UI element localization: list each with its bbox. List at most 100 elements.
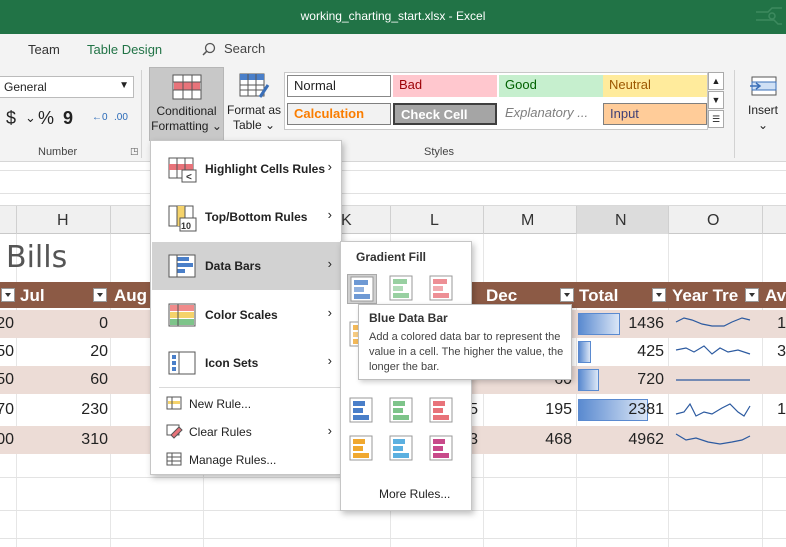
- style-calculation-label: Calculation: [294, 106, 365, 121]
- col-divider: [16, 206, 17, 234]
- menu-item-clear-rules[interactable]: Clear Rules ›: [152, 419, 340, 445]
- style-input-label: Input: [610, 106, 639, 121]
- clear-rules-icon: [166, 424, 183, 439]
- grid-line: [0, 538, 786, 539]
- column-header-o[interactable]: O: [707, 212, 719, 230]
- data-bar-swatch[interactable]: [427, 274, 457, 304]
- data-bar-swatch[interactable]: [387, 396, 417, 426]
- sparkline: [675, 433, 751, 445]
- icon-sets-label: Icon Sets: [205, 356, 259, 370]
- menu-item-data-bars[interactable]: Data Bars ›: [152, 242, 340, 290]
- cell-jul: 310: [81, 431, 108, 448]
- decrease-decimal-button[interactable]: .00: [114, 112, 128, 123]
- menu-item-icon-sets[interactable]: Icon Sets ›: [152, 339, 340, 387]
- column-header-m[interactable]: M: [521, 212, 534, 230]
- header-year-trend: Year Tre: [672, 286, 739, 305]
- cell-total: 4962: [628, 431, 664, 448]
- filter-dropdown-icon[interactable]: [560, 288, 574, 302]
- data-bar-swatch[interactable]: [387, 274, 417, 304]
- currency-button[interactable]: $: [6, 108, 16, 129]
- data-bar: [578, 369, 599, 391]
- menu-item-color-scales[interactable]: Color Scales ›: [152, 291, 340, 339]
- comma-style-button[interactable]: 9: [63, 108, 73, 129]
- currency-dropdown-icon[interactable]: ⌄: [25, 110, 36, 126]
- svg-text:<: <: [186, 172, 192, 183]
- cell-g: 00: [0, 431, 14, 448]
- data-bar-swatch[interactable]: [347, 434, 377, 464]
- icon-sets-icon: [168, 351, 196, 375]
- menu-item-top-bottom-rules[interactable]: 10 Top/Bottom Rules ›: [152, 193, 340, 241]
- gallery-up-icon[interactable]: ▲: [708, 72, 724, 90]
- data-bar-swatch[interactable]: [427, 434, 457, 464]
- insert-cells-button[interactable]: Insert ⌄: [740, 67, 786, 141]
- cell-average: 1: [777, 401, 786, 418]
- gallery-down-icon[interactable]: ▼: [708, 91, 724, 109]
- number-format-select[interactable]: General ▼: [0, 76, 134, 98]
- format-as-table-button[interactable]: Format as Table ⌄: [226, 67, 282, 141]
- header-average: Av: [765, 286, 786, 305]
- menu-item-new-rule[interactable]: New Rule...: [152, 391, 340, 417]
- dialog-launcher-icon[interactable]: ◳: [130, 146, 139, 157]
- data-bar-swatch[interactable]: [387, 434, 417, 464]
- gallery-more-icon[interactable]: ☰: [708, 110, 724, 128]
- header-aug: Aug: [114, 286, 148, 305]
- style-normal[interactable]: Normal: [287, 75, 391, 97]
- filter-dropdown-icon[interactable]: [93, 288, 107, 302]
- style-input[interactable]: Input: [603, 103, 707, 125]
- increase-decimal-button[interactable]: ←0: [92, 112, 108, 123]
- col-divider: [110, 206, 111, 234]
- filter-dropdown-icon[interactable]: [1, 288, 15, 302]
- cell-average: 3: [777, 343, 786, 360]
- style-good-label: Good: [505, 77, 537, 92]
- column-headers: H K L M N O: [0, 206, 786, 234]
- chevron-right-icon: ›: [327, 305, 332, 320]
- manage-rules-icon: [166, 452, 182, 466]
- data-bar-swatch[interactable]: [427, 396, 457, 426]
- number-group-label: Number: [38, 146, 78, 158]
- tab-table-design[interactable]: Table Design: [87, 42, 162, 57]
- cell-styles-gallery: Normal Bad Good Neutral Calculation Chec…: [284, 72, 708, 130]
- group-divider: [734, 70, 735, 158]
- filter-dropdown-icon[interactable]: [745, 288, 759, 302]
- highlight-cells-icon: <: [168, 157, 197, 183]
- cell-total: 425: [637, 343, 664, 360]
- style-check-cell[interactable]: Check Cell: [393, 103, 497, 125]
- cell-g: 20: [0, 315, 14, 332]
- column-header-h[interactable]: H: [57, 212, 69, 230]
- style-explanatory-label: Explanatory ...: [505, 105, 589, 120]
- style-good[interactable]: Good: [499, 75, 603, 97]
- filter-dropdown-icon[interactable]: [652, 288, 666, 302]
- menu-item-highlight-cells-rules[interactable]: < Highlight Cells Rules ›: [152, 145, 340, 193]
- column-header-n[interactable]: N: [615, 212, 627, 230]
- cell-jul: 0: [99, 315, 108, 332]
- top-bottom-label: Top/Bottom Rules: [205, 210, 308, 224]
- style-explanatory[interactable]: Explanatory ...: [499, 103, 603, 125]
- data-bar-swatch[interactable]: [347, 396, 377, 426]
- tooltip: Blue Data Bar Add a colored data bar to …: [358, 304, 572, 380]
- style-bad[interactable]: Bad: [393, 75, 497, 97]
- column-header-l[interactable]: L: [430, 212, 439, 230]
- formula-bar[interactable]: [0, 170, 786, 194]
- sparkline: [675, 402, 751, 417]
- style-check-cell-label: Check Cell: [401, 107, 468, 122]
- conditional-formatting-button[interactable]: Conditional Formatting ⌄: [149, 67, 224, 141]
- menu-item-manage-rules[interactable]: Manage Rules...: [152, 447, 340, 473]
- style-calculation[interactable]: Calculation: [287, 103, 391, 125]
- sparkline: [676, 379, 750, 381]
- cell-total: 1436: [628, 315, 664, 332]
- chevron-right-icon: ›: [327, 256, 332, 271]
- circuit-decoration-icon: [756, 7, 782, 25]
- format-as-table-icon: [239, 73, 270, 98]
- percent-button[interactable]: %: [38, 108, 54, 129]
- search-icon: [202, 42, 216, 56]
- cell-g: 50: [0, 343, 14, 360]
- tab-team[interactable]: Team: [28, 42, 60, 57]
- insert-cells-icon: [750, 76, 777, 96]
- more-rules-link[interactable]: More Rules...: [379, 487, 450, 501]
- data-bar-swatch[interactable]: [347, 274, 377, 304]
- header-dec: Dec: [486, 286, 518, 305]
- search-box[interactable]: Search: [202, 41, 265, 56]
- style-neutral[interactable]: Neutral: [603, 75, 707, 97]
- column-header-k[interactable]: K: [341, 212, 352, 230]
- data-bar: [578, 341, 591, 363]
